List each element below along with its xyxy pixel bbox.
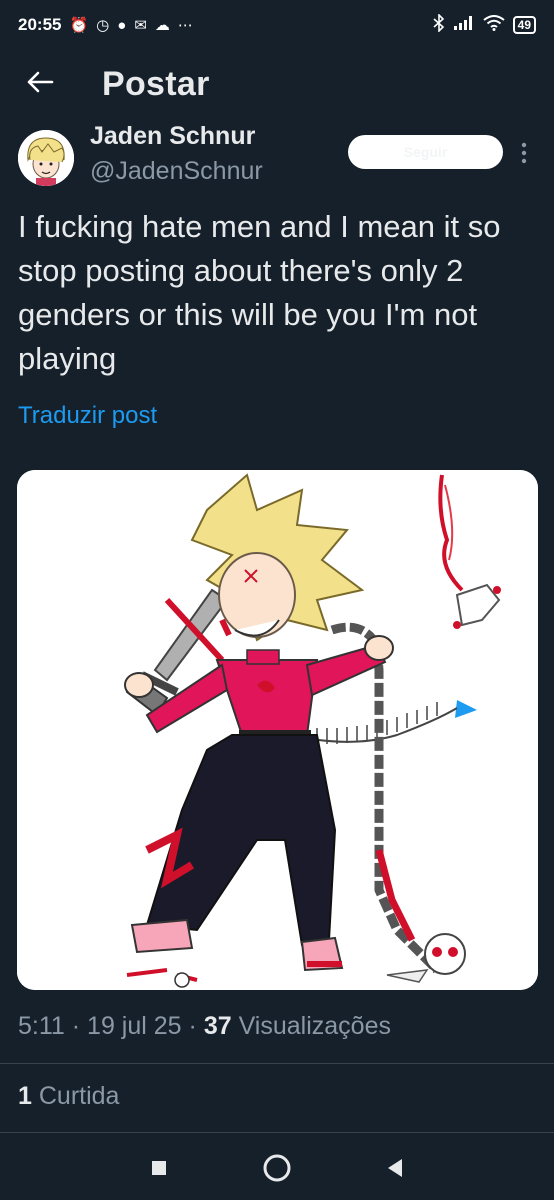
more-dots-icon: ⋯: [177, 17, 193, 34]
mail-icon: ✉: [134, 17, 147, 34]
views-label: Visualizações: [238, 1012, 391, 1040]
system-nav-bar: [0, 1140, 554, 1200]
arrow-left-icon: [26, 70, 54, 99]
divider: [0, 1132, 554, 1133]
status-right: 49: [433, 12, 536, 37]
post-text: I fucking hate men and I mean it so stop…: [18, 209, 501, 376]
post-date: 19 jul 25: [87, 1012, 182, 1040]
signal-icon: [453, 15, 475, 36]
square-icon: [150, 1159, 168, 1182]
avatar[interactable]: [18, 130, 74, 186]
meta-separator: ·: [71, 1012, 81, 1040]
status-time: 20:55: [18, 15, 62, 34]
alarm-icon: ◷: [96, 17, 110, 34]
bluetooth-icon: [433, 12, 445, 37]
triangle-back-icon: [386, 1158, 404, 1183]
top-app-bar: Postar: [0, 56, 554, 112]
post-author: Jaden Schnur @JadenSchnur Seguir: [0, 122, 554, 192]
alarm-off-icon: ⏰: [69, 17, 89, 34]
back-nav-button[interactable]: [375, 1150, 415, 1190]
more-options-button[interactable]: [512, 136, 536, 170]
recents-button[interactable]: [139, 1150, 179, 1190]
author-name[interactable]: Jaden Schnur: [90, 122, 255, 151]
battery-indicator: 49: [512, 16, 536, 34]
likes-link[interactable]: 1 Curtida: [18, 1082, 119, 1111]
drawing-illustration: [17, 470, 538, 990]
views-count: 37: [203, 1012, 232, 1040]
follow-button[interactable]: Seguir: [348, 135, 503, 169]
home-button[interactable]: [257, 1150, 297, 1190]
status-bar: 20:55 ⏰ ◷ ● ✉ ☁ ⋯ 49: [0, 0, 554, 50]
back-button[interactable]: [0, 56, 80, 112]
divider: [0, 1063, 554, 1064]
likes-count: 1: [18, 1082, 32, 1110]
status-left: 20:55 ⏰ ◷ ● ✉ ☁ ⋯: [18, 15, 193, 35]
translate-post-link[interactable]: Traduzir post: [18, 402, 157, 430]
post-time: 5:11: [18, 1012, 65, 1040]
messenger-icon: ●: [117, 16, 127, 34]
more-vertical-icon: [521, 142, 527, 164]
cloud-icon: ☁: [154, 17, 170, 34]
wifi-icon: [483, 14, 505, 36]
likes-label: Curtida: [38, 1082, 120, 1110]
author-handle[interactable]: @JadenSchnur: [90, 157, 263, 186]
post-meta: 5:11 · 19 jul 25 · 37 Visualizações: [18, 1012, 391, 1041]
post-image[interactable]: [17, 470, 538, 990]
circle-icon: [262, 1153, 292, 1188]
page-title: Postar: [102, 64, 210, 103]
meta-separator: ·: [188, 1012, 197, 1040]
